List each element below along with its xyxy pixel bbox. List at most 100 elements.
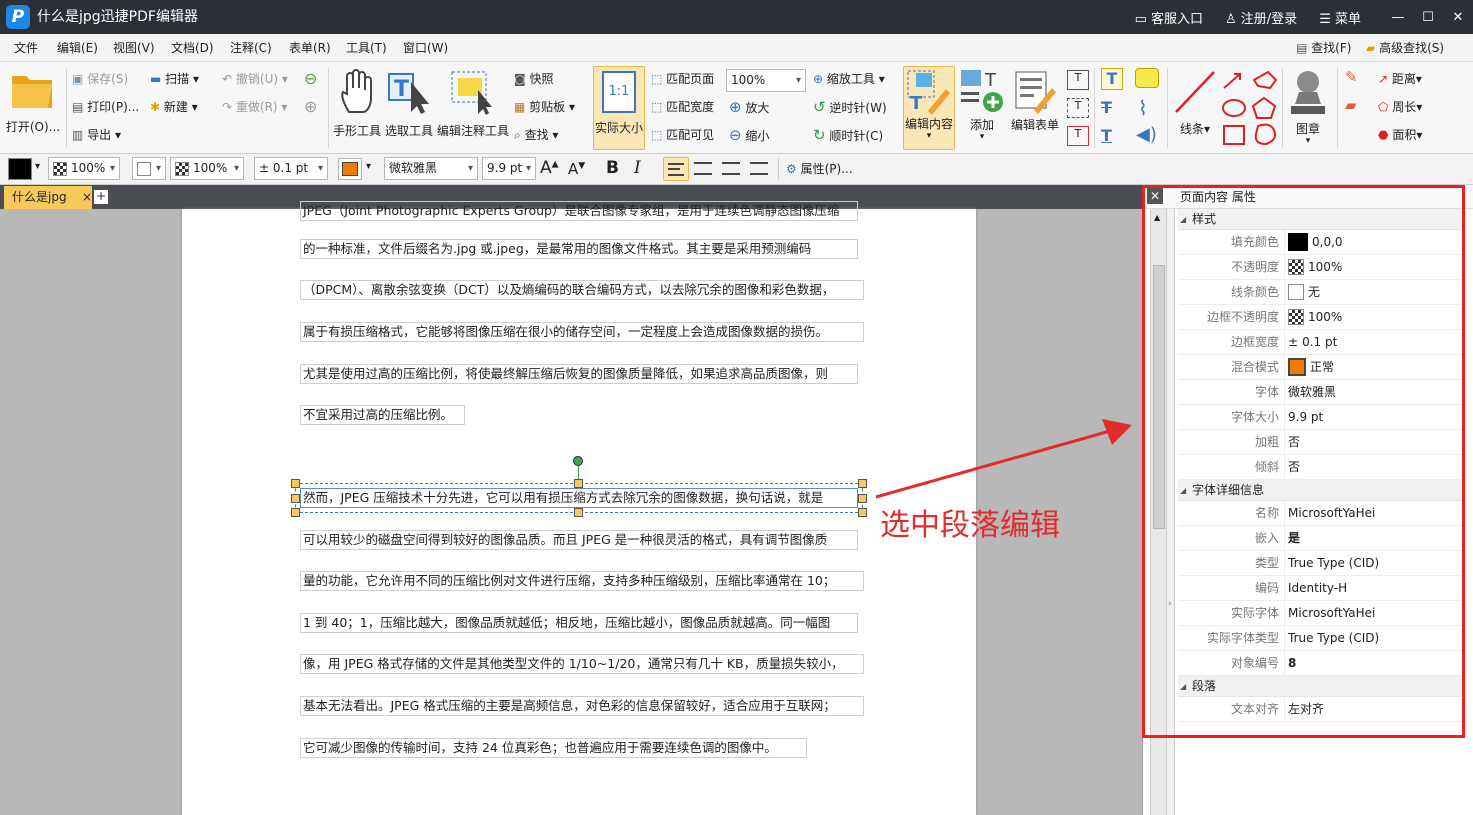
selected-paragraph[interactable]: 然而，JPEG 压缩技术十分先进，它可以用有损压缩方式去除冗余的图像数据，换句话… xyxy=(300,488,858,508)
menu-tools[interactable]: 工具(T) xyxy=(346,34,387,62)
prop-row[interactable]: 字体 微软雅黑 xyxy=(1178,380,1462,405)
prop-row[interactable]: 倾斜否 xyxy=(1178,455,1462,480)
snapshot-button[interactable]: ◙ 快照 xyxy=(514,70,554,87)
document-scrollbar[interactable]: ▲ xyxy=(1150,209,1166,815)
prop-row[interactable]: 实际字体类型 True Type (CID) xyxy=(1178,626,1462,651)
resize-handle[interactable] xyxy=(291,508,300,517)
rotate-cw-button[interactable]: ↻ 顺时针(C) xyxy=(813,126,883,144)
resize-handle[interactable] xyxy=(574,479,583,488)
attachment-icon[interactable]: ⌇ xyxy=(1138,96,1148,120)
resize-handle[interactable] xyxy=(858,479,867,488)
new-button[interactable]: ✱ 新建 ▾ xyxy=(150,98,198,115)
line-width-select[interactable]: ± 0.1 pt xyxy=(254,157,328,180)
fit-width-button[interactable]: ⬚ 匹配宽度 xyxy=(651,98,714,115)
scroll-thumb[interactable] xyxy=(1153,265,1165,529)
perimeter-button[interactable]: ⬠ 周长▾ xyxy=(1378,98,1422,115)
bold-button[interactable]: B xyxy=(606,158,619,178)
undo-button[interactable]: ↶ 撤销(U) ▾ xyxy=(222,70,288,87)
line-opacity-select[interactable]: 100% xyxy=(170,157,244,180)
paragraph-line[interactable]: 像，用 JPEG 格式存储的文件是其他类型文件的 1/10~1/20，通常只有几… xyxy=(300,654,864,674)
fit-visible-button[interactable]: ⬚ 匹配可见 xyxy=(651,126,714,143)
callout-icon[interactable]: T xyxy=(1067,126,1089,146)
prop-row[interactable]: 对象编号 8 xyxy=(1178,651,1462,676)
customer-service-button[interactable]: ▭ 客服入口 xyxy=(1135,8,1203,27)
typewriter-icon[interactable]: T xyxy=(1101,68,1123,90)
decrease-font-icon[interactable]: A▼ xyxy=(568,160,585,178)
menu-button[interactable]: ☰ 菜单 xyxy=(1319,8,1361,27)
back-icon[interactable]: ⊖ xyxy=(304,69,317,88)
select-tool-button[interactable]: T 选取工具 xyxy=(384,68,434,139)
paragraph-line[interactable]: 不宜采用过高的压缩比例。 xyxy=(300,405,465,425)
prop-row[interactable]: 编码 Identity-H xyxy=(1178,576,1462,601)
menu-comment[interactable]: 注释(C) xyxy=(230,34,272,62)
menu-view[interactable]: 视图(V) xyxy=(113,34,155,62)
text-box-icon[interactable]: T xyxy=(1067,98,1089,118)
fill-color-picker[interactable] xyxy=(8,158,32,180)
paragraph-line[interactable]: 基本无法看出。JPEG 格式压缩的主要是高频信息，对色彩的信息保留较好，适合应用… xyxy=(300,696,864,716)
search-button[interactable]: ⌕ 查找 ▾ xyxy=(514,126,558,143)
fill-opacity-select[interactable]: 100% xyxy=(48,157,120,180)
find-button[interactable]: ▤ 查找(F) xyxy=(1296,34,1351,62)
open-button[interactable]: 打开(O)... xyxy=(4,70,62,135)
tab-document[interactable]: 什么是jpg × xyxy=(4,186,92,209)
new-tab-icon[interactable]: + xyxy=(94,190,108,204)
distance-button[interactable]: ↗ 距离▾ xyxy=(1378,70,1422,87)
prop-row[interactable]: 实际字体 MicrosoftYaHei xyxy=(1178,601,1462,626)
menu-edit[interactable]: 编辑(E) xyxy=(57,34,98,62)
prop-row[interactable]: 混合模式 正常 xyxy=(1178,355,1462,380)
paragraph-line[interactable]: 尤其是使用过高的压缩比例，将使最终解压缩后恢复的图像质量降低，如果追求高品质图像… xyxy=(300,364,858,384)
clipboard-button[interactable]: ▦ 剪贴板 ▾ xyxy=(514,98,575,115)
resize-handle[interactable] xyxy=(574,508,583,517)
blend-mode-picker[interactable] xyxy=(338,158,362,180)
hand-tool-button[interactable]: 手形工具 xyxy=(332,68,382,139)
rotate-handle[interactable] xyxy=(573,456,583,466)
font-size-select[interactable]: 9.9 pt xyxy=(482,157,536,180)
prop-row[interactable]: 线条颜色无 xyxy=(1178,280,1462,305)
resize-handle[interactable] xyxy=(291,479,300,488)
export-button[interactable]: ▥ 导出 ▾ xyxy=(72,126,121,143)
paragraph-line[interactable]: 属于有损压缩格式，它能够将图像压缩在很小的储存空间，一定程度上会造成图像数据的损… xyxy=(300,322,864,342)
close-window-icon[interactable]: ✕ xyxy=(1443,10,1473,25)
prop-row[interactable]: 类型 True Type (CID) xyxy=(1178,551,1462,576)
paragraph-line[interactable]: 可以用较少的磁盘空间得到较好的图像品质。而且 JPEG 是一种很灵活的格式，具有… xyxy=(300,530,858,550)
menu-file[interactable]: 文件 xyxy=(14,34,38,62)
login-button[interactable]: ♙ 注册/登录 xyxy=(1225,8,1297,27)
prop-row[interactable]: 加粗否 xyxy=(1178,430,1462,455)
zoom-tool-button[interactable]: ⊕ 缩放工具 ▾ xyxy=(813,70,885,87)
strikeout-icon[interactable]: T xyxy=(1101,98,1112,117)
add-button[interactable]: T 添加 ▾ xyxy=(957,68,1007,142)
advanced-find-button[interactable]: ▰ 高级查找(S) xyxy=(1366,34,1444,62)
prop-row[interactable]: 嵌入是 xyxy=(1178,526,1462,551)
paragraph-line[interactable]: （DPCM）、离散余弦变换（DCT）以及熵编码的联合编码方式，以去除冗余的图像和… xyxy=(300,280,864,300)
prop-row[interactable]: 填充颜色 0,0,0 xyxy=(1178,230,1462,255)
stamp-button[interactable]: 图章 ▾ xyxy=(1285,68,1331,146)
paragraph-line[interactable]: 1 到 40；1，压缩比越大，图像品质就越低；相反地，压缩比越小，图像品质就越高… xyxy=(300,613,858,633)
sticky-note-icon[interactable] xyxy=(1135,68,1159,88)
save-button[interactable]: ▣ 保存(S) xyxy=(72,70,128,87)
rotate-ccw-button[interactable]: ↺ 逆时针(W) xyxy=(813,98,887,116)
prop-row[interactable]: 名称 MicrosoftYaHei xyxy=(1178,501,1462,526)
section-paragraph[interactable]: 段落 xyxy=(1178,676,1462,697)
redo-button[interactable]: ↷ 重做(R) ▾ xyxy=(222,98,287,115)
increase-font-icon[interactable]: A▲ xyxy=(540,158,559,178)
resize-handle[interactable] xyxy=(858,508,867,517)
menu-form[interactable]: 表单(R) xyxy=(289,34,331,62)
highlight-pen-icon[interactable]: ✎ xyxy=(1345,68,1358,86)
resize-handle[interactable] xyxy=(858,494,867,503)
italic-button[interactable]: I xyxy=(634,158,641,178)
zoom-out-button[interactable]: ⊖ 缩小 xyxy=(729,126,769,144)
print-button[interactable]: ▤ 打印(P)... xyxy=(72,98,139,115)
paragraph-line[interactable]: 它可减少图像的传输时间，支持 24 位真彩色；也普遍应用于需要连续色调的图像中。 xyxy=(300,738,807,758)
justify-button[interactable] xyxy=(750,162,768,175)
font-select[interactable]: 微软雅黑 xyxy=(384,157,478,180)
minimize-icon[interactable]: — xyxy=(1383,10,1413,25)
close-tab-icon[interactable]: × xyxy=(82,186,92,208)
prop-row[interactable]: 字体大小 9.9 pt xyxy=(1178,405,1462,430)
close-panel-icon[interactable]: ✕ xyxy=(1147,188,1163,204)
prop-row[interactable]: 边框宽度 ±0.1 pt xyxy=(1178,330,1462,355)
menu-window[interactable]: 窗口(W) xyxy=(403,34,448,62)
paragraph-line[interactable]: 的一种标准，文件后缀名为.jpg 或.jpeg，是最常用的图像文件格式。其主要是… xyxy=(300,239,858,259)
scan-button[interactable]: ▬ 扫描 ▾ xyxy=(150,70,199,87)
panel-splitter[interactable]: › xyxy=(1166,209,1175,815)
underline-icon[interactable]: T xyxy=(1101,126,1112,145)
